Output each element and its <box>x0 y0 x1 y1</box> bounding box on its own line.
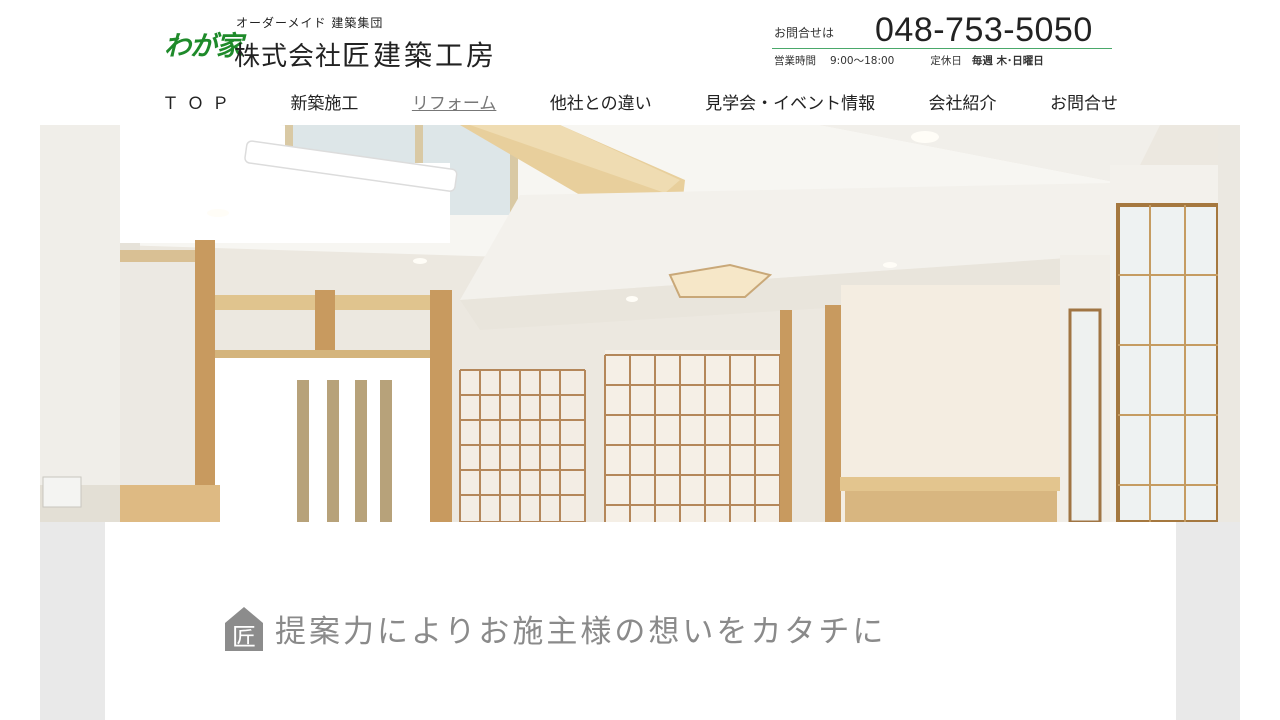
logo-tagline: オーダーメイド 建築集団 <box>236 16 384 30</box>
logo-company-prefix: 株式会社 <box>234 42 343 72</box>
hours-value: 9:00〜18:00 <box>830 55 895 67</box>
nav-item-reform[interactable]: リフォーム <box>400 88 509 120</box>
contact-divider <box>772 48 1112 49</box>
nav-item-new-construction[interactable]: 新築施工 <box>278 88 370 120</box>
nav-item-company[interactable]: 会社紹介 <box>917 88 1009 120</box>
content-area: 匠 提案力によりお施主様の想いをカタチに <box>105 522 1176 720</box>
nav-item-differences[interactable]: 他社との違い <box>538 88 664 120</box>
nav-item-contact[interactable]: お問合せ <box>1038 88 1130 120</box>
section-heading-text: 提案力によりお施主様の想いをカタチに <box>275 614 887 650</box>
contact-info: お問合せは 048-753-5050 営業時間 9:00〜18:00 定休日 毎週 木… <box>772 11 1112 72</box>
site-header: わが家 オーダーメイド 建築集団 株式会社匠建築工房 お問合せは 048-753… <box>0 0 1280 125</box>
section-heading: 匠 提案力によりお施主様の想いをカタチに <box>225 606 886 651</box>
contact-phone[interactable]: 048-753-5050 <box>875 11 1093 50</box>
contact-label: お問合せは <box>774 26 835 40</box>
site-logo[interactable]: わが家 オーダーメイド 建築集団 株式会社匠建築工房 <box>164 12 509 72</box>
hero-interior-photo <box>40 125 1240 522</box>
main-nav: ＴＯＰ 新築施工 リフォーム 他社との違い 見学会・イベント情報 会社紹介 お問… <box>150 88 1130 120</box>
nav-item-top[interactable]: ＴＯＰ <box>150 88 249 120</box>
house-icon: 匠 <box>225 606 263 651</box>
logo-company-name: 株式会社匠建築工房 <box>234 34 497 74</box>
closed-label: 定休日 <box>930 55 962 67</box>
interior-illustration <box>40 125 1240 522</box>
svg-text:匠: 匠 <box>232 623 256 651</box>
logo-waga-mark: わが家 <box>164 31 243 62</box>
business-hours: 営業時間 9:00〜18:00 定休日 毎週 木･日曜日 <box>774 53 1044 68</box>
nav-item-events[interactable]: 見学会・イベント情報 <box>693 88 887 120</box>
hours-label: 営業時間 <box>774 55 816 67</box>
closed-value: 毎週 木･日曜日 <box>971 55 1044 67</box>
logo-company-main: 匠建築工房 <box>342 39 498 72</box>
